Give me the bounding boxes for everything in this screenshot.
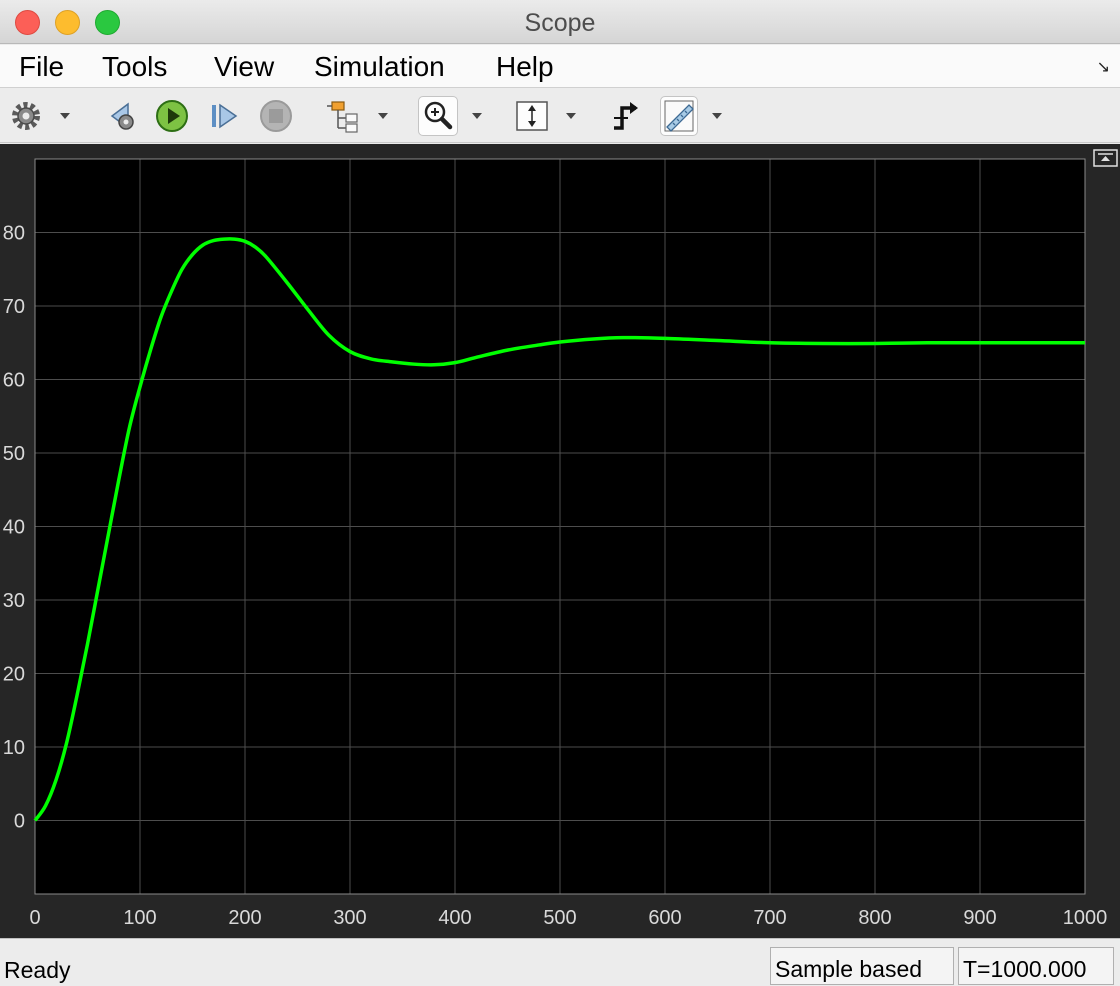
restore-menu-icon[interactable]: ↘ — [1097, 57, 1110, 77]
x-tick-label: 100 — [123, 907, 156, 929]
x-tick-label: 900 — [963, 907, 996, 929]
title-bar: Scope — [0, 0, 1120, 44]
y-tick-label: 80 — [3, 223, 25, 245]
sample-mode-indicator: Sample based — [770, 947, 954, 985]
toolbar — [0, 89, 1120, 143]
menu-simulation[interactable]: Simulation — [314, 51, 445, 83]
scope-display: 0 100 200 300 400 500 600 700 800 900 1000 0 10 20 30 4… — [0, 144, 1120, 938]
zoom-dropdown-icon[interactable] — [472, 113, 482, 119]
y-tick-label: 40 — [3, 517, 25, 539]
x-tick-label: 1000 — [1063, 907, 1108, 929]
x-tick-label: 400 — [438, 907, 471, 929]
menu-bar: File Tools View Simulation Help ↘ — [0, 45, 1120, 88]
x-tick-label: 0 — [29, 907, 40, 929]
step-back-icon[interactable] — [104, 96, 140, 136]
x-tick-label: 600 — [648, 907, 681, 929]
measurements-icon[interactable] — [660, 96, 698, 136]
y-tick-label: 30 — [3, 590, 25, 612]
scale-axes-icon[interactable] — [514, 96, 550, 136]
simulation-time-indicator: T=1000.000 — [958, 947, 1114, 985]
zoom-in-icon[interactable] — [418, 96, 458, 136]
gear-dropdown-icon[interactable] — [60, 113, 70, 119]
menu-help[interactable]: Help — [496, 51, 554, 83]
x-tick-label: 800 — [858, 907, 891, 929]
run-icon[interactable] — [154, 96, 190, 136]
scope-plot[interactable]: 0 100 200 300 400 500 600 700 800 900 1000 0 10 20 30 4… — [0, 144, 1120, 938]
status-text: Ready — [4, 957, 71, 983]
y-tick-label: 0 — [14, 811, 25, 833]
stop-icon[interactable] — [258, 96, 294, 136]
y-tick-label: 20 — [3, 664, 25, 686]
y-tick-label: 10 — [3, 737, 25, 759]
scale-axes-dropdown-icon[interactable] — [566, 113, 576, 119]
undock-icon[interactable] — [1093, 149, 1118, 167]
signal-hierarchy-icon[interactable] — [324, 96, 364, 136]
y-tick-label: 70 — [3, 296, 25, 318]
menu-tools[interactable]: Tools — [102, 51, 167, 83]
triggers-icon[interactable] — [608, 96, 644, 136]
step-forward-icon[interactable] — [206, 96, 242, 136]
menu-file[interactable]: File — [19, 51, 64, 83]
x-tick-label: 200 — [228, 907, 261, 929]
x-tick-label: 300 — [333, 907, 366, 929]
menu-view[interactable]: View — [214, 51, 274, 83]
y-tick-label: 60 — [3, 370, 25, 392]
x-tick-label: 700 — [753, 907, 786, 929]
measurements-dropdown-icon[interactable] — [712, 113, 722, 119]
window-title: Scope — [524, 9, 596, 37]
y-tick-label: 50 — [3, 443, 25, 465]
gear-icon[interactable] — [8, 96, 44, 136]
x-tick-label: 500 — [543, 907, 576, 929]
status-bar: Ready Sample based T=1000.000 — [0, 938, 1120, 986]
signal-hierarchy-dropdown-icon[interactable] — [378, 113, 388, 119]
